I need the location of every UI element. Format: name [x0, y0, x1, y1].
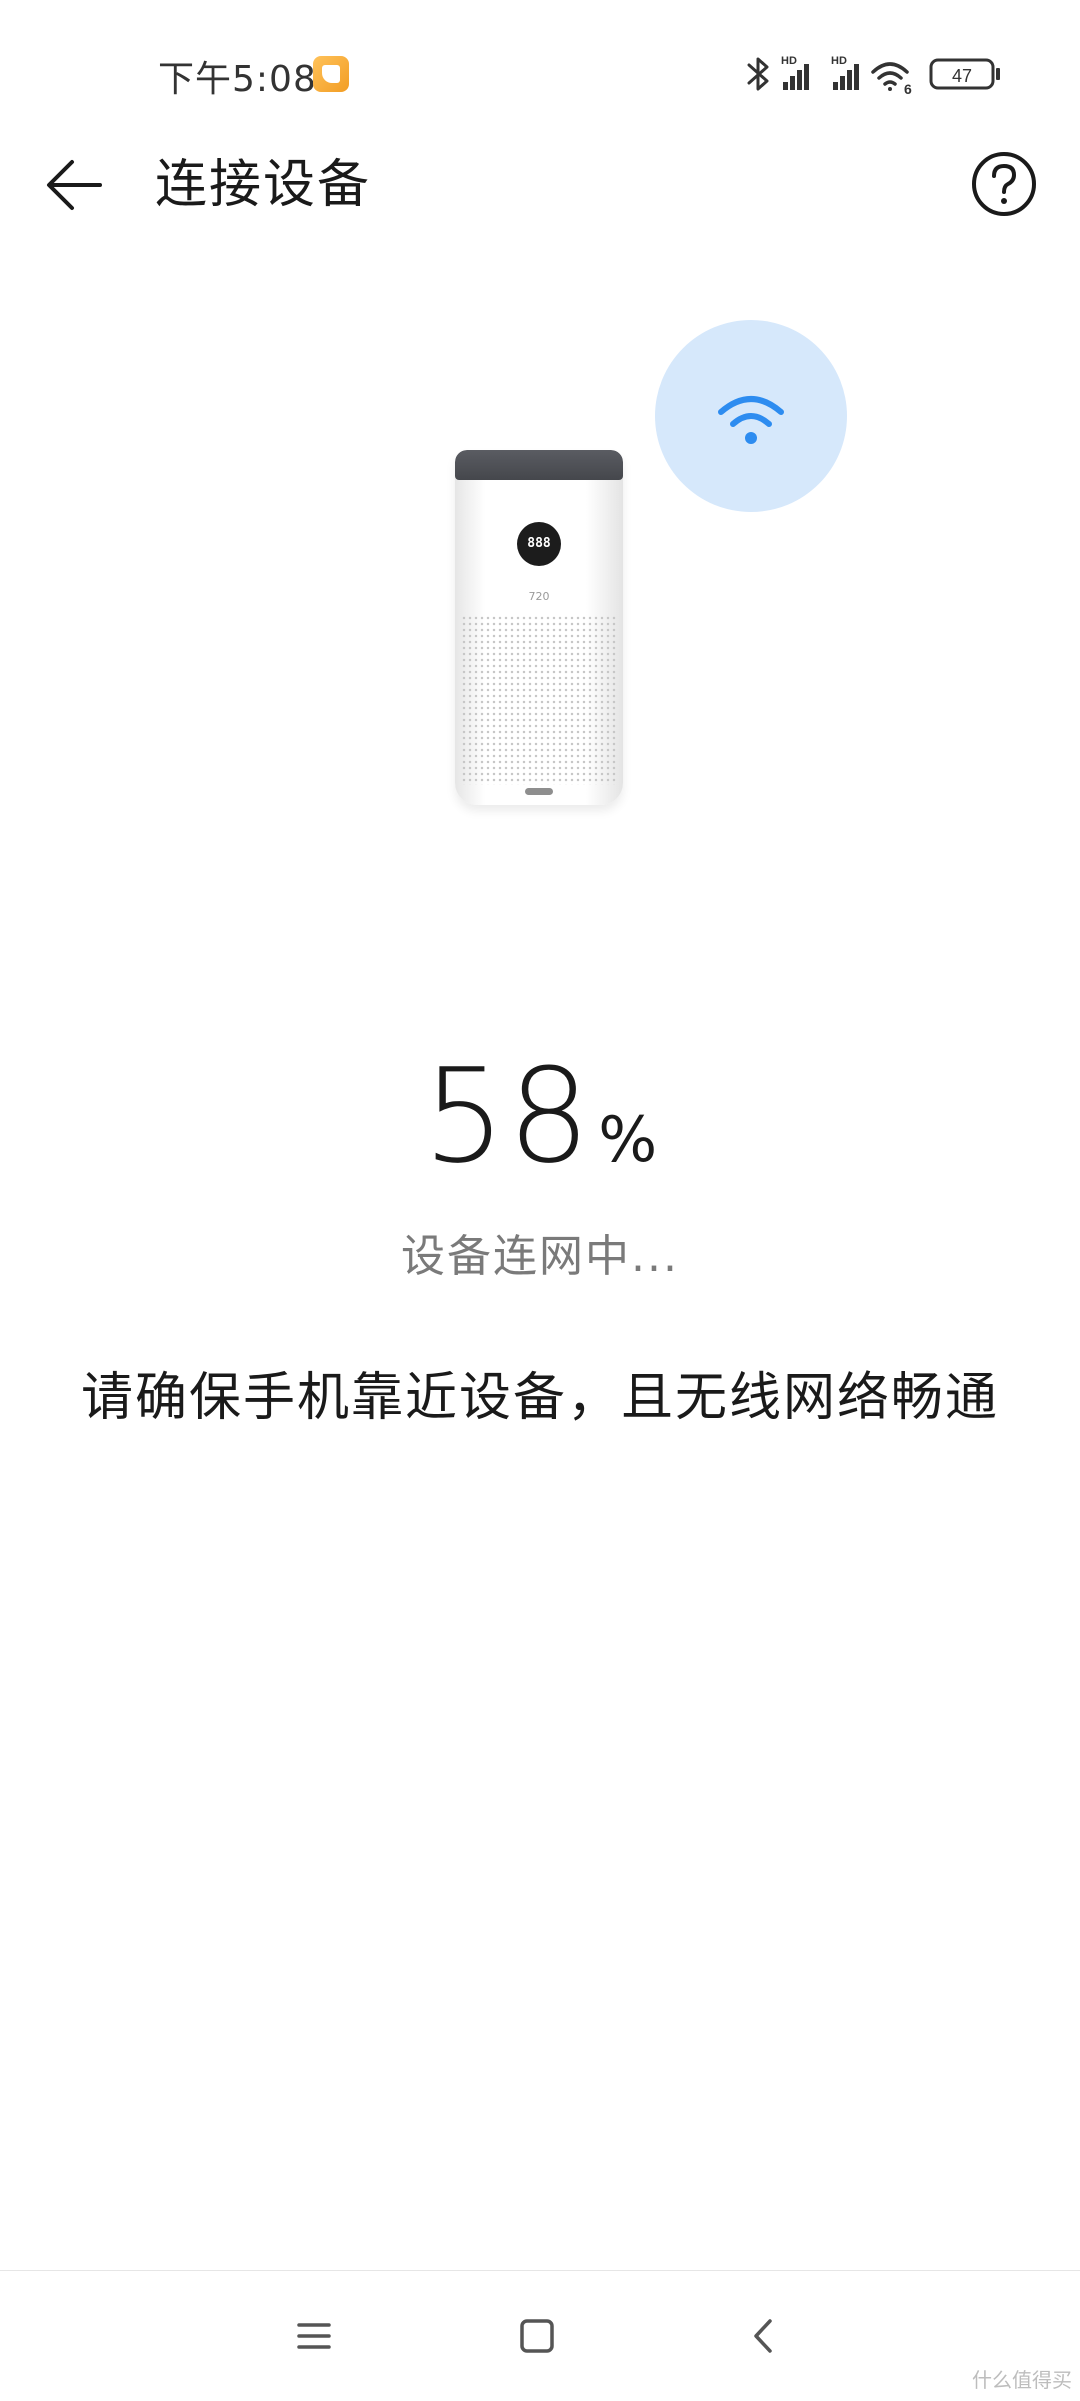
signal-strength-icon-2: HD [831, 55, 859, 90]
bluetooth-icon [747, 57, 769, 91]
purifier-model-label: 720 [528, 590, 550, 603]
status-icons-svg: HD HD 6 47 [747, 55, 1000, 96]
page-title: 连接设备 [155, 155, 372, 215]
chevron-left-icon [754, 2319, 772, 2353]
wifi-status-icon: 6 [871, 62, 912, 96]
wifi-connecting-bubble [655, 320, 847, 512]
purifier-top-grille [455, 450, 623, 480]
status-icons: HD HD 6 47 [745, 52, 1025, 96]
battery-icon: 47 [929, 58, 1000, 90]
arrow-left-icon [47, 160, 102, 210]
system-back-button[interactable] [740, 2311, 790, 2361]
watermark: 什么值得买 [972, 2368, 1072, 2392]
recent-apps-button[interactable] [289, 2311, 339, 2361]
connection-hint: 请确保手机靠近设备，且无线网络畅通 [80, 1368, 999, 1428]
purifier-display: 888 [517, 522, 561, 566]
progress-unit: % [598, 1103, 658, 1176]
square-home-icon [520, 2319, 554, 2353]
status-bar: 下午5:08 HD HD 6 47 [0, 0, 1080, 150]
purifier-mesh [461, 615, 617, 785]
menu-lines-icon [297, 2323, 331, 2349]
wifi-icon [718, 396, 784, 444]
progress-percentage: 58% [0, 1040, 1080, 1192]
home-button[interactable] [512, 2311, 562, 2361]
status-time: 下午5:08 [158, 59, 317, 100]
svg-text:HD: HD [781, 55, 797, 67]
help-question-icon [972, 152, 1036, 216]
svg-text:6: 6 [904, 81, 912, 96]
device-illustration: 888 720 [0, 310, 1080, 830]
svg-text:47: 47 [952, 66, 972, 86]
signal-strength-icon-1: HD [781, 55, 809, 90]
back-button[interactable] [42, 150, 112, 220]
app-header: 连接设备 [0, 150, 1080, 320]
purifier-logo [525, 788, 553, 795]
progress-status-text: 设备连网中... [401, 1231, 679, 1282]
notification-app-icon [313, 56, 349, 92]
help-button[interactable] [970, 150, 1038, 218]
air-purifier-image: 888 720 [455, 450, 623, 805]
svg-text:HD: HD [831, 55, 847, 67]
system-navigation-bar: 什么值得买 [0, 2270, 1080, 2401]
progress-value: 58 [422, 1040, 593, 1192]
